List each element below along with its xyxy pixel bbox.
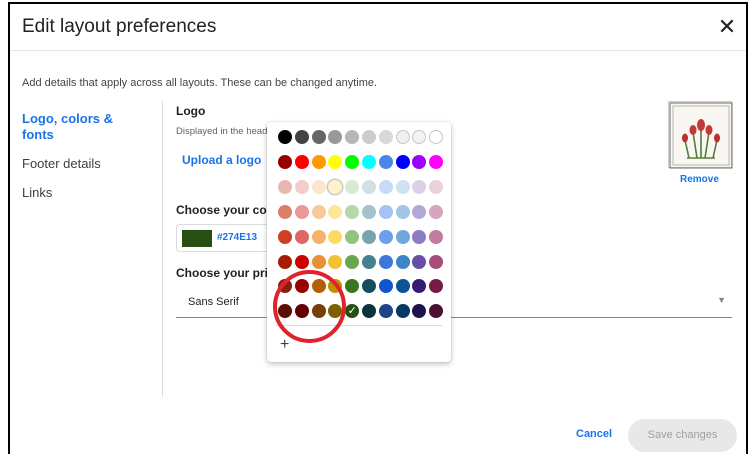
palette-color-swatch[interactable] [278, 154, 292, 169]
palette-color-swatch[interactable] [311, 179, 326, 194]
palette-color-swatch[interactable] [429, 130, 444, 144]
logo-image [668, 101, 733, 169]
palette-color-swatch[interactable] [395, 204, 410, 219]
palette-color-swatch[interactable] [395, 179, 410, 194]
palette-color-swatch[interactable] [328, 254, 343, 269]
palette-color-swatch[interactable] [311, 154, 326, 169]
palette-color-swatch[interactable] [294, 130, 309, 144]
palette-color-swatch[interactable] [362, 279, 376, 294]
palette-color-swatch[interactable] [328, 229, 343, 244]
palette-color-swatch[interactable] [395, 279, 410, 294]
palette-color-swatch[interactable] [278, 254, 292, 269]
palette-color-swatch[interactable] [378, 179, 393, 194]
palette-color-swatch[interactable] [429, 154, 444, 169]
palette-color-swatch[interactable] [278, 130, 292, 144]
palette-color-swatch[interactable] [328, 204, 343, 219]
palette-color-swatch[interactable] [345, 154, 360, 169]
palette-color-swatch[interactable] [395, 130, 410, 144]
palette-color-swatch[interactable] [294, 254, 309, 269]
annotation-circle [273, 270, 346, 343]
palette-color-swatch[interactable] [345, 130, 360, 144]
palette-color-swatch[interactable] [429, 304, 444, 319]
cancel-button[interactable]: Cancel [576, 428, 612, 440]
palette-color-swatch[interactable] [362, 229, 376, 244]
palette-color-swatch[interactable] [412, 154, 427, 169]
font-label: Choose your prir [176, 266, 273, 280]
palette-color-swatch[interactable] [311, 130, 326, 144]
palette-color-swatch[interactable] [412, 304, 427, 319]
font-select[interactable]: Sans Serif ▼ [176, 287, 732, 318]
palette-color-swatch[interactable] [278, 204, 292, 219]
palette-color-swatch[interactable] [294, 204, 309, 219]
nav-item-footer-details[interactable]: Footer details [22, 156, 101, 171]
palette-color-swatch[interactable] [378, 154, 393, 169]
close-icon[interactable]: ✕ [716, 16, 738, 38]
nav-item-links[interactable]: Links [22, 185, 52, 200]
add-custom-color-button[interactable]: + [280, 336, 289, 354]
dialog-subtitle: Add details that apply across all layout… [22, 77, 378, 89]
logo-emblem [669, 102, 733, 169]
dropdown-arrow-icon: ▼ [717, 295, 726, 305]
palette-color-swatch[interactable] [345, 204, 360, 219]
save-changes-button: Save changes [628, 419, 737, 452]
color-swatch [182, 230, 212, 247]
color-label: Choose your colo [176, 203, 278, 217]
font-select-value: Sans Serif [188, 296, 239, 308]
palette-color-swatch[interactable] [311, 254, 326, 269]
palette-color-swatch[interactable] [362, 254, 376, 269]
palette-color-swatch[interactable] [395, 154, 410, 169]
palette-color-swatch[interactable] [412, 254, 427, 269]
palette-color-swatch[interactable] [429, 204, 444, 219]
palette-color-swatch[interactable] [412, 229, 427, 244]
palette-color-swatch[interactable] [362, 130, 376, 144]
palette-color-swatch[interactable] [345, 229, 360, 244]
palette-color-swatch[interactable] [278, 179, 292, 194]
palette-color-swatch[interactable] [378, 304, 393, 319]
upload-logo-button[interactable]: Upload a logo [182, 153, 261, 167]
palette-color-swatch[interactable] [395, 304, 410, 319]
remove-logo-button[interactable]: Remove [680, 174, 719, 185]
palette-color-swatch[interactable] [328, 179, 343, 194]
palette-color-swatch[interactable] [378, 254, 393, 269]
palette-color-swatch[interactable] [395, 229, 410, 244]
palette-color-swatch[interactable] [429, 229, 444, 244]
logo-label: Logo [176, 104, 206, 118]
palette-color-swatch[interactable] [328, 154, 343, 169]
nav-divider [162, 101, 163, 397]
palette-color-swatch[interactable]: ✓ [345, 304, 360, 319]
palette-color-swatch[interactable] [345, 254, 360, 269]
color-hex-value: #274E13 [217, 232, 258, 243]
palette-color-swatch[interactable] [429, 179, 444, 194]
palette-color-swatch[interactable] [278, 229, 292, 244]
nav-item-logo-colors-fonts[interactable]: Logo, colors & fonts [22, 111, 132, 143]
dialog-title: Edit layout preferences [22, 16, 217, 37]
color-field[interactable]: #274E13 [176, 224, 271, 252]
palette-color-swatch[interactable] [362, 179, 376, 194]
palette-color-swatch[interactable] [311, 204, 326, 219]
palette-color-swatch[interactable] [294, 154, 309, 169]
selected-check-icon: ✓ [347, 305, 357, 318]
palette-color-swatch[interactable] [429, 254, 444, 269]
palette-color-swatch[interactable] [311, 229, 326, 244]
palette-color-swatch[interactable] [412, 204, 427, 219]
palette-color-swatch[interactable] [345, 179, 360, 194]
palette-color-swatch[interactable] [294, 179, 309, 194]
palette-color-swatch[interactable] [378, 279, 393, 294]
palette-color-swatch[interactable] [345, 279, 360, 294]
logo-hint: Displayed in the head [176, 126, 268, 137]
palette-color-swatch[interactable] [378, 204, 393, 219]
palette-color-swatch[interactable] [412, 179, 427, 194]
palette-color-swatch[interactable] [362, 304, 376, 319]
palette-color-swatch[interactable] [429, 279, 444, 294]
palette-color-swatch[interactable] [378, 130, 393, 144]
palette-color-swatch[interactable] [412, 279, 427, 294]
palette-color-swatch[interactable] [395, 254, 410, 269]
palette-color-swatch[interactable] [412, 130, 427, 144]
palette-color-swatch[interactable] [294, 229, 309, 244]
title-divider [10, 50, 746, 51]
palette-color-swatch[interactable] [362, 204, 376, 219]
palette-color-swatch[interactable] [378, 229, 393, 244]
palette-color-swatch[interactable] [328, 130, 343, 144]
palette-color-swatch[interactable] [362, 154, 376, 169]
